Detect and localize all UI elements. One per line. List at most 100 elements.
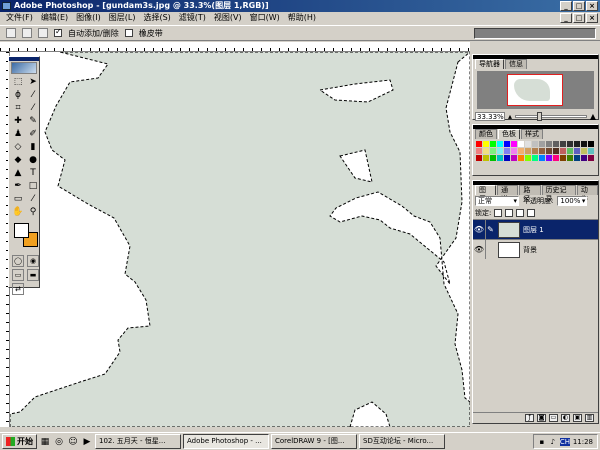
task-photoshop[interactable]: Adobe Photoshop - ... — [183, 434, 269, 449]
menu-view[interactable]: 视图(V) — [210, 12, 246, 24]
color-swatch[interactable] — [546, 148, 553, 155]
color-swatch[interactable] — [588, 148, 595, 155]
color-swatch[interactable] — [546, 141, 553, 148]
tab-layers[interactable]: 图层 — [475, 185, 497, 203]
color-swatch[interactable] — [483, 141, 490, 148]
color-swatch[interactable] — [518, 148, 525, 155]
qq-icon[interactable]: ☺ — [67, 436, 79, 448]
menu-select[interactable]: 选择(S) — [139, 12, 174, 24]
navigator-zoom-field[interactable]: 33.33% — [475, 112, 505, 121]
trash-icon[interactable]: ▥ — [585, 414, 594, 422]
task-coreldraw[interactable]: CorelDRAW 9 - [图... — [271, 434, 357, 449]
volume-icon[interactable]: ♪ — [549, 438, 557, 446]
zoom-in-icon[interactable]: ▲ — [590, 112, 596, 121]
blend-mode-select[interactable]: 正常 — [475, 196, 519, 206]
close-button[interactable]: × — [586, 1, 598, 11]
tab-navigator[interactable]: 导航器 — [475, 59, 504, 69]
zoom-out-icon[interactable]: ▴ — [508, 112, 512, 121]
tab-channels[interactable]: 通道 — [497, 185, 519, 203]
shape-layer-mode-icon[interactable] — [22, 28, 32, 38]
color-swatch[interactable] — [581, 155, 588, 162]
color-swatch[interactable] — [525, 148, 532, 155]
navigator-preview[interactable] — [477, 71, 594, 109]
hand-icon[interactable]: ✋ — [12, 206, 24, 218]
palette-well[interactable] — [474, 28, 596, 39]
color-swatch[interactable] — [476, 141, 483, 148]
layer-style-icon[interactable]: ƒ — [525, 414, 534, 422]
color-swatch[interactable] — [567, 155, 574, 162]
slice-icon[interactable]: ⁄ — [27, 102, 39, 114]
pen-icon[interactable]: ✒ — [12, 180, 24, 192]
color-swatch[interactable] — [539, 148, 546, 155]
tab-history[interactable]: 历史记录 — [541, 185, 576, 203]
doc-restore-button[interactable]: □ — [573, 13, 585, 23]
brush-link-icon[interactable]: ✎ — [485, 220, 495, 239]
lock-transparency-checkbox[interactable] — [494, 209, 503, 217]
color-swatch[interactable] — [553, 141, 560, 148]
color-swatch[interactable] — [567, 141, 574, 148]
type-icon[interactable]: T — [27, 167, 39, 179]
color-swatch[interactable] — [546, 155, 553, 162]
color-swatch[interactable] — [532, 155, 539, 162]
color-swatch[interactable] — [504, 141, 511, 148]
menu-edit[interactable]: 编辑(E) — [37, 12, 72, 24]
color-swatch[interactable] — [511, 155, 518, 162]
link-slot[interactable] — [485, 240, 495, 259]
color-swatch[interactable] — [490, 155, 497, 162]
paths-mode-icon[interactable] — [38, 28, 48, 38]
horizontal-ruler[interactable] — [0, 42, 470, 52]
maximize-button[interactable]: □ — [573, 1, 585, 11]
color-swatch[interactable] — [574, 141, 581, 148]
color-swatch[interactable] — [518, 155, 525, 162]
doc-minimize-button[interactable]: _ — [560, 13, 572, 23]
healing-icon[interactable]: ✚ — [12, 115, 24, 127]
color-swatch[interactable] — [560, 148, 567, 155]
color-swatch[interactable] — [553, 155, 560, 162]
media-icon[interactable]: ▶ — [81, 436, 93, 448]
zoom-icon[interactable]: ⚲ — [27, 206, 39, 218]
layer-mask-icon[interactable]: ◙ — [537, 414, 546, 422]
color-swatch[interactable] — [511, 148, 518, 155]
jump-to-imageready-icon[interactable]: ⇄ — [12, 283, 24, 295]
adjustment-layer-icon[interactable]: ◐ — [561, 414, 570, 422]
zoom-slider-knob[interactable] — [536, 112, 542, 121]
shape-icon[interactable]: □ — [27, 180, 39, 192]
brush-icon[interactable]: ✎ — [27, 115, 39, 127]
path-select-icon[interactable]: ▲ — [12, 167, 24, 179]
opacity-field[interactable]: 100% — [557, 196, 588, 206]
document-canvas[interactable] — [10, 52, 470, 427]
notes-icon[interactable]: ▭ — [12, 193, 24, 205]
color-swatch[interactable] — [476, 148, 483, 155]
color-swatch[interactable] — [574, 148, 581, 155]
screen-mode-standard-icon[interactable]: ▭ — [12, 269, 24, 281]
color-swatch[interactable] — [497, 155, 504, 162]
stamp-icon[interactable]: ♟ — [12, 128, 24, 140]
tab-actions[interactable]: 动作 — [576, 185, 599, 203]
layer-row-layer1[interactable]: 👁 ✎ 图层 1 — [473, 219, 598, 239]
color-swatch[interactable] — [483, 155, 490, 162]
magic-wand-icon[interactable]: ⁄ — [27, 89, 39, 101]
eye-icon[interactable]: 👁 — [473, 245, 485, 254]
history-brush-icon[interactable]: ✐ — [27, 128, 39, 140]
zoom-slider[interactable] — [515, 112, 587, 121]
menu-help[interactable]: 帮助(H) — [284, 12, 320, 24]
color-swatch[interactable] — [525, 141, 532, 148]
auto-add-delete-checkbox[interactable] — [54, 27, 62, 37]
blur-icon[interactable]: ◆ — [12, 154, 24, 166]
crop-icon[interactable]: ⌗ — [12, 102, 24, 114]
move-icon[interactable]: ➤ — [27, 76, 39, 88]
rubber-band-checkbox[interactable] — [124, 29, 133, 37]
color-swatch[interactable] — [497, 148, 504, 155]
ime-indicator[interactable]: CH — [559, 437, 570, 446]
foreground-color-swatch[interactable] — [14, 223, 29, 238]
color-swatch[interactable] — [511, 141, 518, 148]
color-swatch[interactable] — [588, 155, 595, 162]
color-swatch[interactable] — [518, 141, 525, 148]
minimize-button[interactable]: _ — [560, 1, 572, 11]
task-music-player[interactable]: 102. 五月天 - 恒星... — [95, 434, 181, 449]
color-swatch[interactable] — [504, 155, 511, 162]
color-swatch[interactable] — [476, 155, 483, 162]
color-swatch[interactable] — [490, 141, 497, 148]
browser-icon[interactable]: ◎ — [53, 436, 65, 448]
doc-close-button[interactable]: × — [586, 13, 598, 23]
